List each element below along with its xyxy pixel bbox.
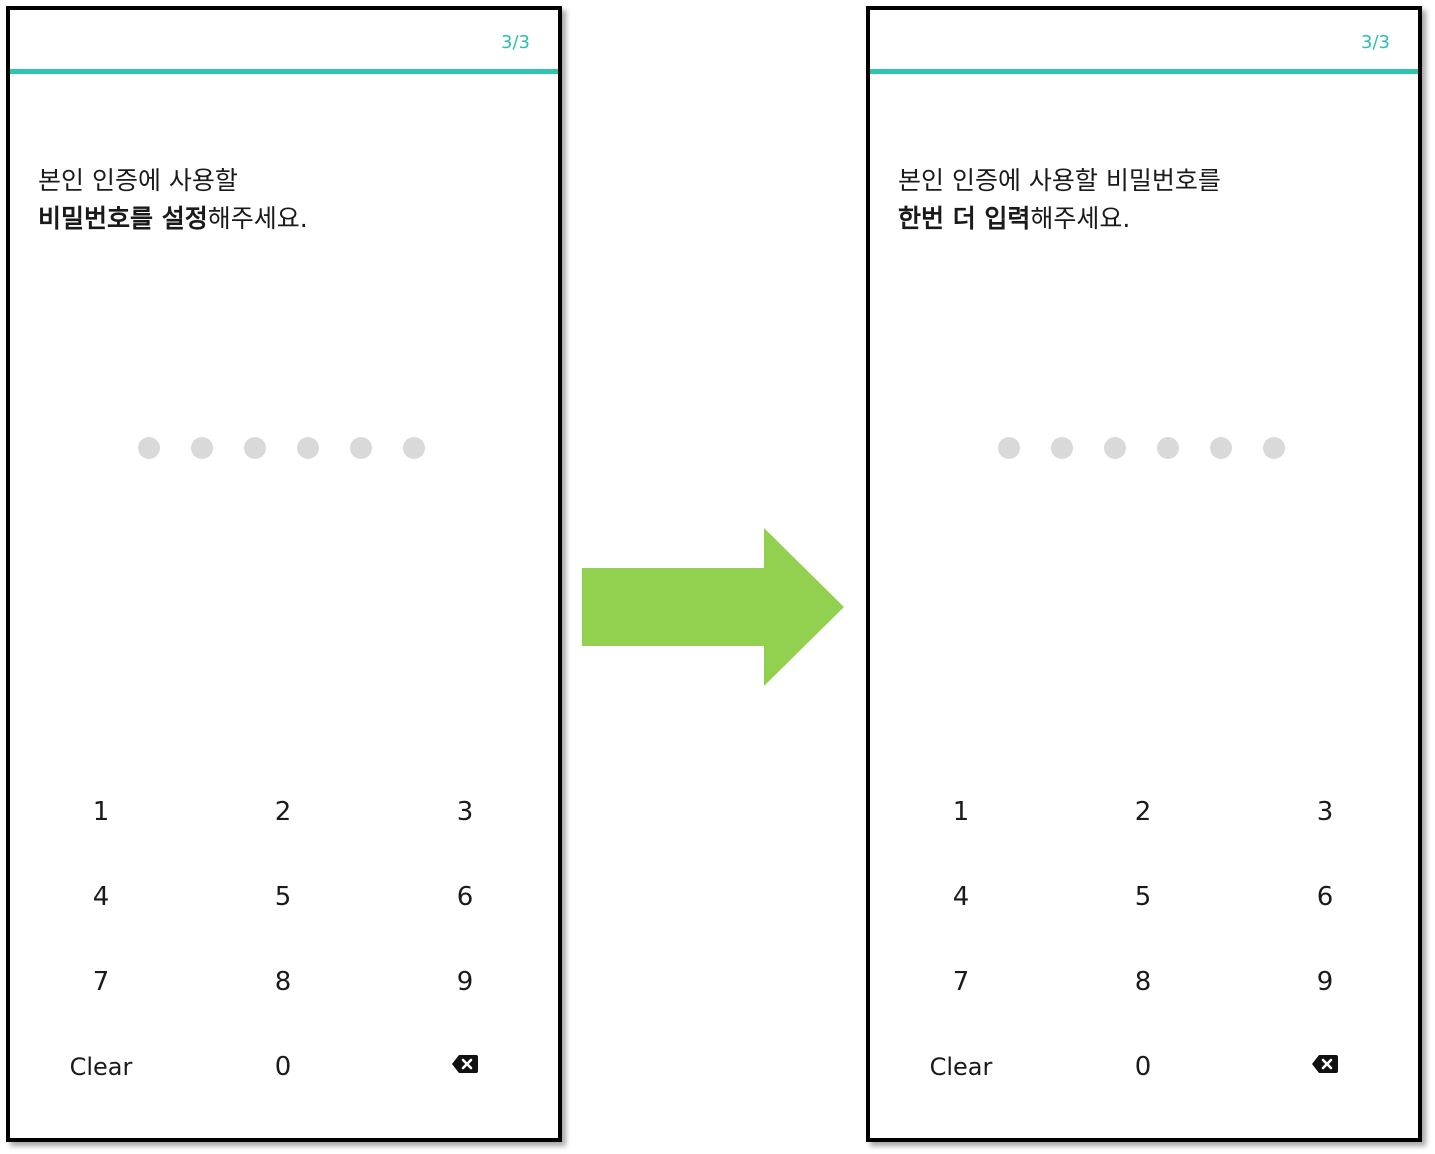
instruction-text: 본인 인증에 사용할 비밀번호를 설정해주세요. bbox=[38, 162, 308, 238]
instruction-suffix: 해주세요. bbox=[207, 204, 308, 233]
key-6[interactable]: 6 bbox=[390, 867, 540, 927]
key-1[interactable]: 1 bbox=[26, 782, 176, 842]
key-4[interactable]: 4 bbox=[886, 867, 1036, 927]
key-5[interactable]: 5 bbox=[208, 867, 358, 927]
instruction-line-2: 한번 더 입력해주세요. bbox=[898, 200, 1221, 238]
pin-dots bbox=[138, 437, 438, 461]
right-arrow-icon bbox=[582, 528, 844, 686]
pin-dot bbox=[138, 437, 160, 459]
pin-dot bbox=[191, 437, 213, 459]
backspace-button[interactable] bbox=[390, 1034, 540, 1094]
key-0[interactable]: 0 bbox=[208, 1037, 358, 1097]
pin-dots bbox=[998, 437, 1298, 461]
key-4[interactable]: 4 bbox=[26, 867, 176, 927]
instruction-emphasis: 비밀번호를 설정 bbox=[38, 204, 208, 233]
backspace-icon bbox=[452, 1055, 478, 1073]
key-2[interactable]: 2 bbox=[1068, 782, 1218, 842]
pin-setup-screen: 3/3 본인 인증에 사용할 비밀번호를 설정해주세요. 1 2 3 4 5 6… bbox=[6, 6, 562, 1142]
key-6[interactable]: 6 bbox=[1250, 867, 1400, 927]
pin-dot bbox=[998, 437, 1020, 459]
pin-confirm-screen: 3/3 본인 인증에 사용할 비밀번호를 한번 더 입력해주세요. 1 2 3 … bbox=[866, 6, 1422, 1142]
pin-dot bbox=[1051, 437, 1073, 459]
pin-dot bbox=[244, 437, 266, 459]
key-8[interactable]: 8 bbox=[208, 952, 358, 1012]
pin-dot bbox=[350, 437, 372, 459]
backspace-icon bbox=[1312, 1055, 1338, 1073]
instruction-suffix: 해주세요. bbox=[1030, 204, 1131, 233]
progress-bar bbox=[10, 69, 558, 74]
pin-dot bbox=[1263, 437, 1285, 459]
backspace-button[interactable] bbox=[1250, 1034, 1400, 1094]
key-2[interactable]: 2 bbox=[208, 782, 358, 842]
instruction-line-1: 본인 인증에 사용할 bbox=[38, 166, 238, 195]
key-5[interactable]: 5 bbox=[1068, 867, 1218, 927]
clear-button[interactable]: Clear bbox=[26, 1037, 176, 1097]
key-3[interactable]: 3 bbox=[390, 782, 540, 842]
key-1[interactable]: 1 bbox=[886, 782, 1036, 842]
key-3[interactable]: 3 bbox=[1250, 782, 1400, 842]
pin-dot bbox=[1104, 437, 1126, 459]
key-9[interactable]: 9 bbox=[390, 952, 540, 1012]
clear-button[interactable]: Clear bbox=[886, 1037, 1036, 1097]
pin-dot bbox=[297, 437, 319, 459]
instruction-text: 본인 인증에 사용할 비밀번호를 한번 더 입력해주세요. bbox=[898, 162, 1221, 238]
key-0[interactable]: 0 bbox=[1068, 1037, 1218, 1097]
key-7[interactable]: 7 bbox=[26, 952, 176, 1012]
instruction-line-1: 본인 인증에 사용할 비밀번호를 bbox=[898, 166, 1221, 195]
pin-dot bbox=[1157, 437, 1179, 459]
number-keypad: 1 2 3 4 5 6 7 8 9 Clear 0 bbox=[10, 770, 558, 1110]
key-9[interactable]: 9 bbox=[1250, 952, 1400, 1012]
step-indicator: 3/3 bbox=[1361, 32, 1390, 53]
pin-dot bbox=[1210, 437, 1232, 459]
step-indicator: 3/3 bbox=[501, 32, 530, 53]
key-8[interactable]: 8 bbox=[1068, 952, 1218, 1012]
pin-dot bbox=[403, 437, 425, 459]
key-7[interactable]: 7 bbox=[886, 952, 1036, 1012]
instruction-emphasis: 한번 더 입력 bbox=[898, 204, 1031, 233]
progress-bar bbox=[870, 69, 1418, 74]
number-keypad: 1 2 3 4 5 6 7 8 9 Clear 0 bbox=[870, 770, 1418, 1110]
instruction-line-2: 비밀번호를 설정해주세요. bbox=[38, 200, 308, 238]
